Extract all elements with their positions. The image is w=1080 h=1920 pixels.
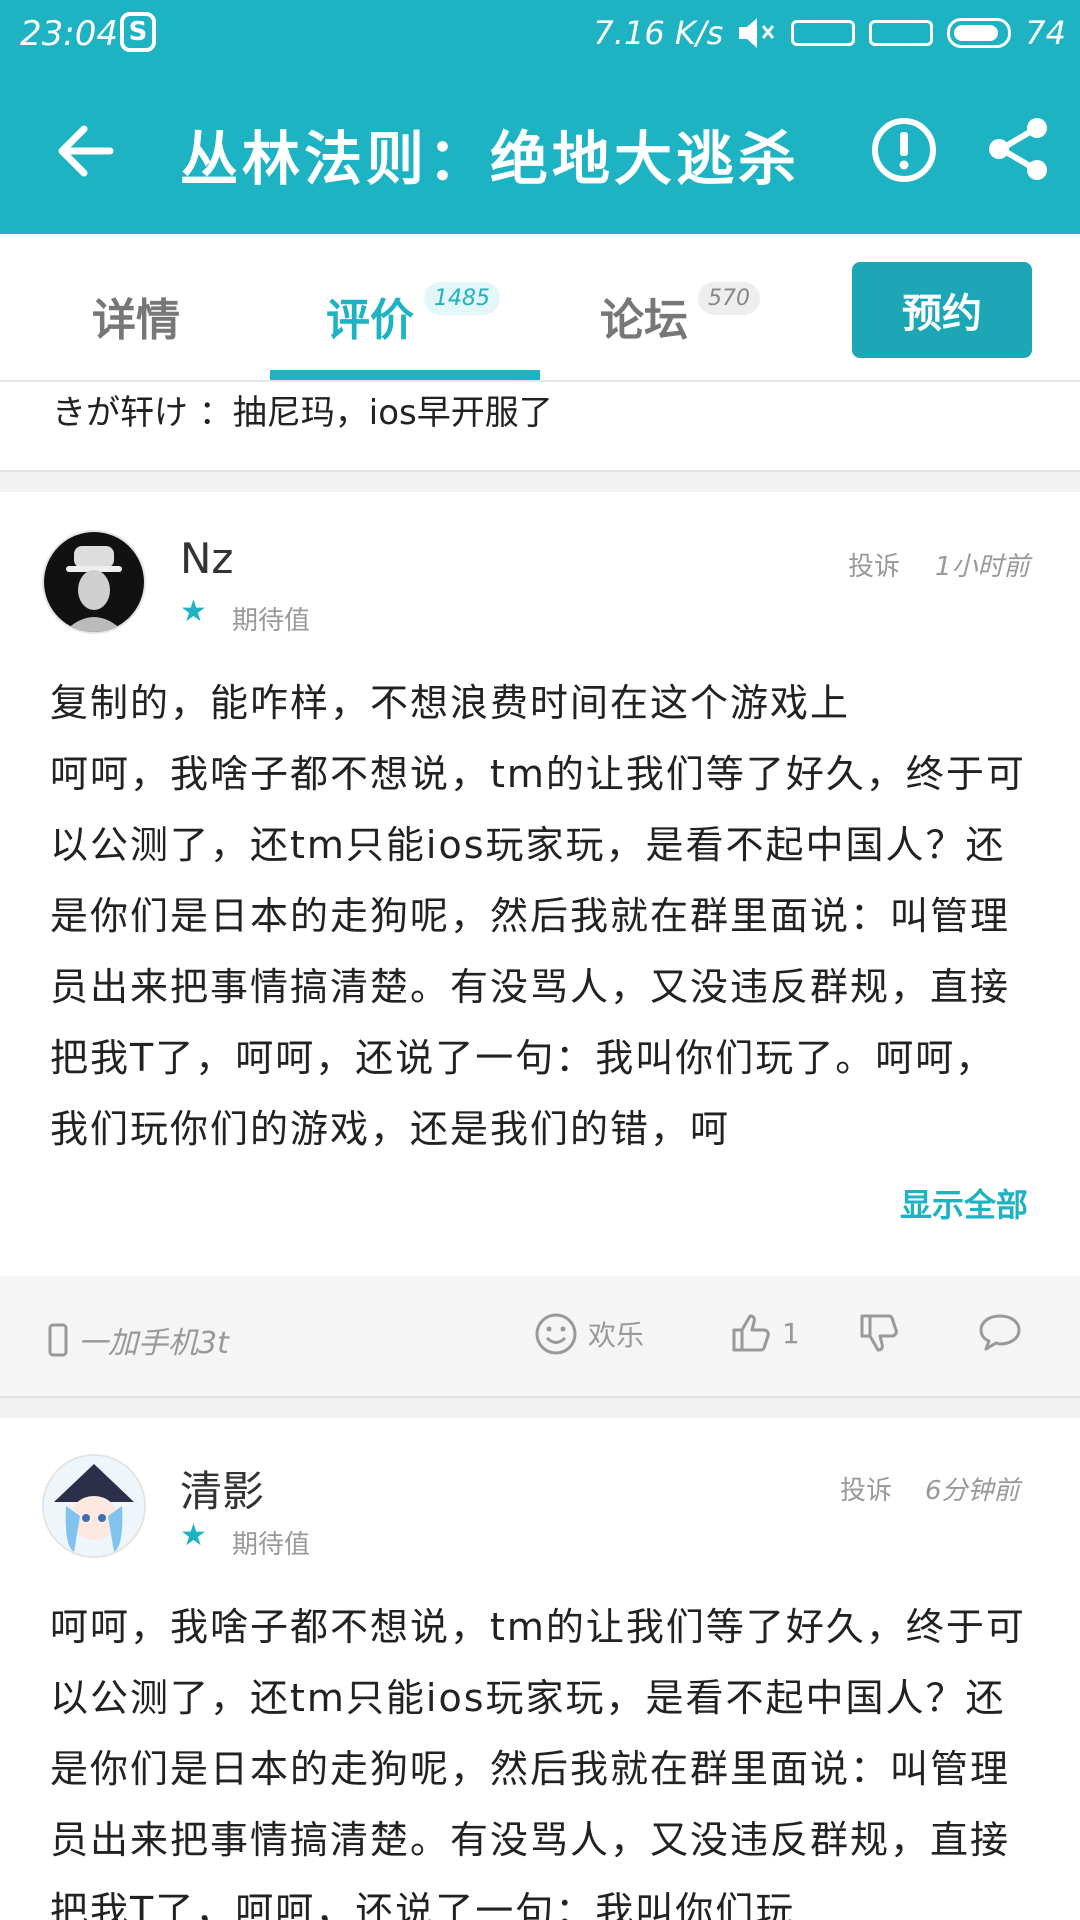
back-arrow-icon[interactable]	[50, 116, 120, 186]
thumbs-down-icon	[860, 1314, 898, 1352]
device-info: 一加手机3t	[48, 1318, 229, 1362]
star-icon: ★	[180, 594, 207, 629]
app-bar: 丛林法则：绝地大逃杀	[0, 68, 1080, 234]
share-icon[interactable]	[985, 116, 1051, 182]
device-name: 一加手机3t	[78, 1326, 229, 1361]
expectation-tag: 期待值	[232, 1530, 311, 1560]
tab-forum-label: 论坛	[600, 295, 688, 346]
battery-level: 74	[1025, 14, 1066, 52]
reserve-button[interactable]: 预约	[852, 262, 1032, 358]
comment-button[interactable]	[978, 1312, 1022, 1352]
avatar[interactable]	[42, 1454, 146, 1558]
status-indicators: 7.16 K/s 74	[593, 14, 1066, 52]
divider	[0, 1396, 1080, 1418]
smile-icon	[535, 1313, 577, 1355]
avatar-image	[44, 1456, 144, 1556]
emotion-label: 欢乐	[588, 1319, 645, 1352]
dislike-button[interactable]	[858, 1312, 900, 1354]
signal-1-icon	[791, 20, 856, 46]
review-footer: 一加手机3t 欢乐 1	[0, 1276, 1080, 1396]
report-link[interactable]: 投诉	[848, 546, 900, 583]
review-time: 1小时前	[935, 552, 1030, 582]
emotion-button[interactable]: 欢乐	[534, 1312, 644, 1356]
comment-bubble-icon	[979, 1314, 1021, 1351]
avatar-image	[44, 532, 144, 632]
phone-icon	[48, 1323, 68, 1357]
page-title: 丛林法则：绝地大逃杀	[180, 125, 801, 193]
active-tab-indicator	[270, 370, 540, 380]
battery-icon	[947, 18, 1012, 48]
report-link[interactable]: 投诉	[840, 1470, 892, 1507]
status-time: 23:04	[20, 14, 118, 54]
status-bar: 23:04 S 7.16 K/s 74	[0, 0, 1080, 68]
tab-details[interactable]: 详情	[92, 284, 180, 348]
tab-reviews-label: 评价	[326, 295, 414, 346]
show-all-link[interactable]: 显示全部	[900, 1180, 1028, 1226]
app-notification-icon: S	[120, 12, 156, 52]
thumbs-up-icon	[732, 1314, 770, 1352]
username[interactable]: 清影	[180, 1458, 264, 1519]
star-icon: ★	[180, 1518, 207, 1553]
avatar[interactable]	[42, 530, 146, 634]
tab-forum[interactable]: 论坛 570	[600, 282, 760, 348]
tab-reviews[interactable]: 评价 1485	[326, 282, 500, 348]
divider	[0, 470, 1080, 492]
username[interactable]: Nz	[180, 534, 233, 583]
reply-preview: きが轩け ：抽尼玛，ios早开服了	[52, 393, 553, 433]
mute-icon	[739, 18, 775, 48]
review-time: 6分钟前	[925, 1476, 1020, 1506]
report-icon[interactable]	[870, 116, 938, 184]
review-body: 呵呵，我啥子都不想说，tm的让我们等了好久，终于可以公测了，还tm只能ios玩家…	[50, 1605, 1026, 1920]
like-button[interactable]: 1	[730, 1312, 800, 1354]
signal-2-icon	[869, 20, 934, 46]
network-speed: 7.16 K/s	[593, 14, 724, 52]
expectation-tag: 期待值	[232, 606, 311, 636]
review-body: 复制的，能咋样，不想浪费时间在这个游戏上 呵呵，我啥子都不想说，tm的让我们等了…	[50, 681, 1026, 1151]
tab-bar: 详情 评价 1485 论坛 570 预约	[0, 234, 1080, 382]
tab-details-label: 详情	[92, 295, 180, 346]
tab-forum-count: 570	[698, 282, 760, 315]
tab-reviews-count: 1485	[424, 282, 500, 315]
like-count: 1	[782, 1316, 800, 1350]
